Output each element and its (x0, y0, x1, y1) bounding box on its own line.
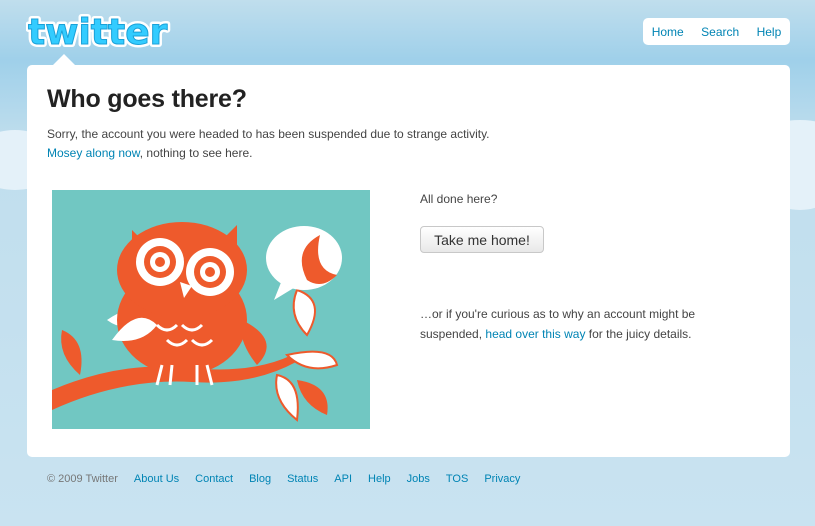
suspension-text: Sorry, the account you were headed to ha… (47, 127, 490, 141)
head-over-this-way-link[interactable]: head over this way (485, 327, 585, 341)
suspension-message: Sorry, the account you were headed to ha… (47, 125, 490, 163)
take-me-home-button[interactable]: Take me home! (420, 226, 544, 253)
curious-paragraph: …or if you're curious as to why an accou… (420, 305, 710, 344)
owl-illustration (52, 190, 370, 429)
footer-link-status[interactable]: Status (287, 473, 318, 485)
footer-link-about-us[interactable]: About Us (134, 473, 179, 485)
footer-link-privacy[interactable]: Privacy (484, 473, 520, 485)
copyright-text: © 2009 Twitter (47, 473, 118, 485)
footer-link-blog[interactable]: Blog (249, 473, 271, 485)
footer-link-contact[interactable]: Contact (195, 473, 233, 485)
nav-home-link[interactable]: Home (652, 25, 684, 39)
mosey-along-link[interactable]: Mosey along now (47, 146, 140, 160)
footer-link-jobs[interactable]: Jobs (407, 473, 430, 485)
footer: © 2009 Twitter About Us Contact Blog Sta… (47, 473, 536, 485)
curious-after-text: for the juicy details. (585, 326, 692, 341)
footer-link-help[interactable]: Help (368, 473, 391, 485)
top-navigation: Home Search Help (643, 18, 790, 45)
twitter-logo[interactable]: twitter twitter (26, 8, 186, 60)
nav-search-link[interactable]: Search (701, 25, 739, 39)
nav-help-link[interactable]: Help (757, 25, 782, 39)
footer-link-tos[interactable]: TOS (446, 473, 468, 485)
mosey-rest-text: , nothing to see here. (139, 146, 253, 160)
main-card: Who goes there? Sorry, the account you w… (27, 65, 790, 457)
all-done-text: All done here? (420, 192, 498, 206)
footer-link-api[interactable]: API (334, 473, 352, 485)
card-pointer (53, 54, 75, 65)
page-title: Who goes there? (47, 85, 247, 113)
logo-text: twitter (28, 12, 168, 53)
